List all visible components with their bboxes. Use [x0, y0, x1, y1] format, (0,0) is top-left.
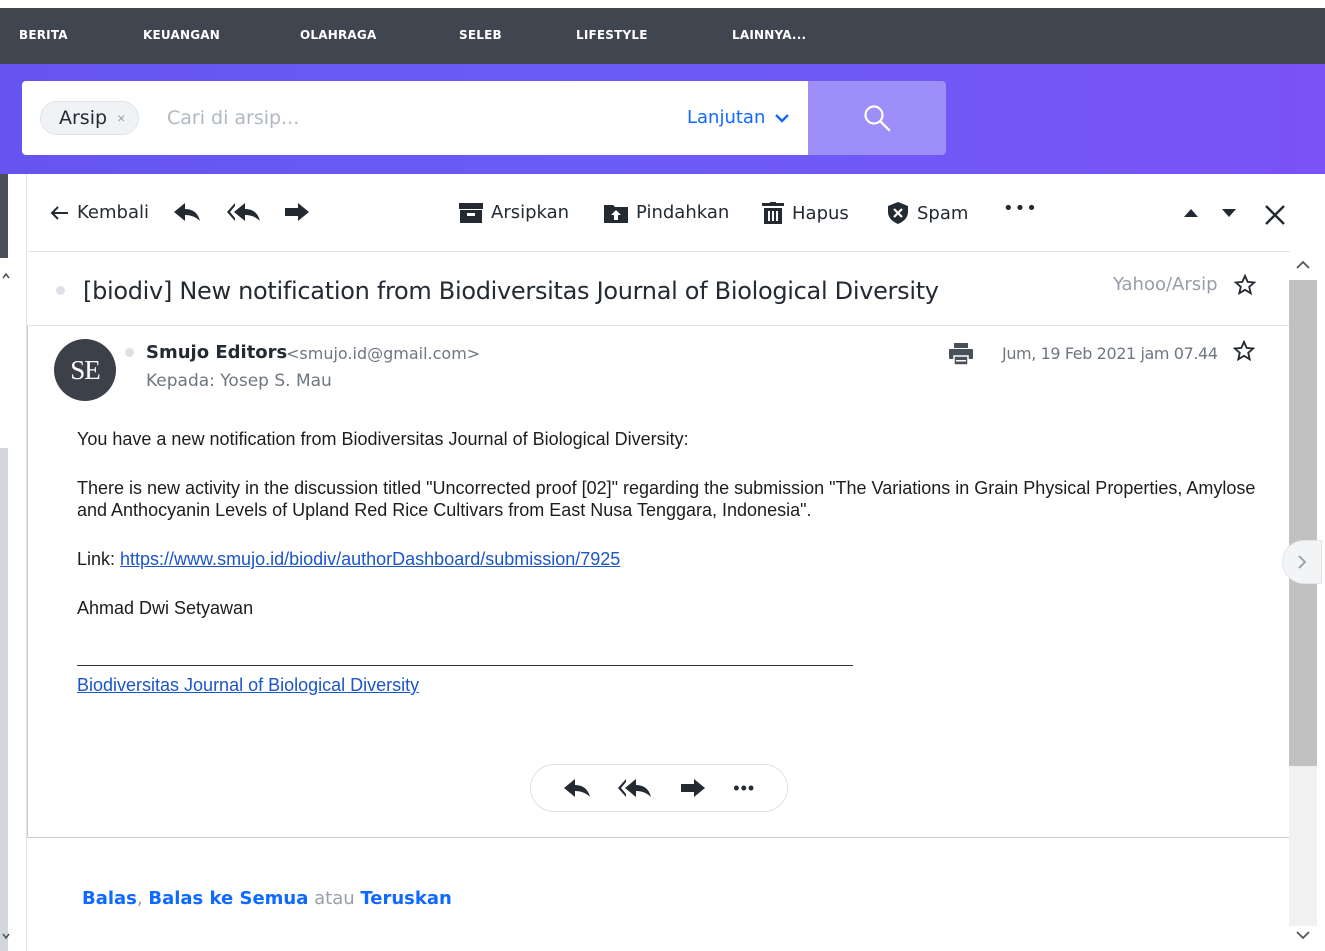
left-scroll-down-icon[interactable] [2, 932, 10, 940]
forward-icon[interactable] [680, 778, 706, 798]
advanced-search-label: Lanjutan [687, 107, 766, 128]
body-paragraph-1: You have a new notification from Biodive… [77, 429, 689, 449]
message-panel: Kembali Arsipkan Pindahkan Hapus Spam ••… [26, 174, 1290, 951]
scroll-up-icon[interactable] [1296, 260, 1310, 270]
folder-link[interactable]: Yahoo/Arsip [1113, 274, 1218, 295]
folder-chip[interactable]: Arsip × [40, 101, 140, 135]
archive-icon [459, 202, 483, 223]
left-scroll-up-icon[interactable] [2, 272, 10, 280]
read-status-dot[interactable] [56, 286, 65, 295]
avatar: SE [54, 339, 116, 401]
folder-chip-label: Arsip [59, 107, 108, 129]
shield-icon [888, 202, 908, 224]
spam-button[interactable]: Spam [887, 202, 968, 224]
chevron-right-icon [1298, 555, 1307, 569]
more-actions-button[interactable]: ••• [1003, 198, 1038, 219]
reply-all-icon[interactable] [618, 778, 652, 798]
link-prefix: Link: [77, 549, 121, 569]
delete-label: Hapus [792, 202, 849, 224]
reply-comma: , [136, 888, 143, 909]
scrollbar-lower-track[interactable] [1289, 766, 1317, 926]
delete-button[interactable]: Hapus [762, 202, 849, 224]
reply-all-icon [227, 203, 260, 221]
archive-label: Arsipkan [491, 202, 570, 223]
nav-item-berita[interactable]: BERITA [19, 28, 68, 42]
message-toolbar: Kembali Arsipkan Pindahkan Hapus Spam ••… [27, 174, 1290, 252]
spam-label: Spam [917, 202, 969, 224]
reply-or-text: atau [314, 888, 355, 909]
reply-all-button[interactable] [227, 202, 261, 222]
recipient-line: Kepada: Yosep S. Mau [146, 371, 332, 391]
sender-status-dot [125, 348, 134, 357]
search-input[interactable] [167, 101, 637, 135]
reply-icon[interactable] [563, 778, 591, 798]
move-button[interactable]: Pindahkan [604, 202, 729, 223]
submission-link[interactable]: https://www.smujo.id/biodiv/authorDashbo… [120, 549, 620, 569]
more-actions-button[interactable]: ••• [733, 778, 755, 799]
sender-email: <smujo.id@gmail.com> [286, 344, 481, 363]
move-label: Pindahkan [636, 202, 730, 223]
nav-item-olahraga[interactable]: OLAHRAGA [300, 28, 376, 42]
reply-options: Balas, Balas ke Semua atau Teruskan [82, 888, 452, 909]
arrow-left-icon [50, 205, 68, 220]
nav-item-keuangan[interactable]: KEUANGAN [143, 28, 220, 42]
print-icon[interactable] [949, 343, 973, 365]
reply-icon [174, 203, 200, 221]
search-box: Arsip × Lanjutan [22, 81, 808, 155]
reply-button[interactable] [173, 202, 201, 222]
move-folder-icon [604, 204, 628, 223]
search-button[interactable] [808, 81, 946, 155]
top-nav: BERITA KEUANGAN OLAHRAGA SELEB LIFESTYLE… [0, 0, 1325, 64]
forward-link[interactable]: Teruskan [360, 888, 451, 909]
search-icon [864, 105, 891, 132]
body-link-line: Link: https://www.smujo.id/biodiv/author… [77, 548, 1257, 570]
chevron-down-icon [775, 113, 790, 123]
left-sidebar-edge [0, 174, 8, 951]
back-button[interactable]: Kembali [49, 202, 149, 223]
message-star-icon[interactable] [1233, 340, 1255, 362]
chip-close-icon[interactable]: × [117, 110, 125, 126]
advanced-search-button[interactable]: Lanjutan [687, 107, 790, 128]
message-body: You have a new notification from Biodive… [77, 428, 1257, 696]
journal-link[interactable]: Biodiversitas Journal of Biological Dive… [77, 675, 419, 695]
forward-icon [285, 203, 309, 221]
back-label: Kembali [77, 202, 149, 223]
subject-row: [biodiv] New notification from Biodivers… [27, 252, 1290, 326]
header-band: Arsip × Lanjutan [0, 64, 1325, 174]
close-icon[interactable] [1264, 204, 1286, 226]
archive-button[interactable]: Arsipkan [459, 202, 569, 223]
sender-name[interactable]: Smujo Editors [146, 342, 287, 363]
message-date: Jum, 19 Feb 2021 jam 07.44 [1002, 344, 1218, 363]
nav-item-seleb[interactable]: SELEB [459, 28, 502, 42]
scrollbar-thumb[interactable] [1289, 280, 1317, 766]
body-paragraph-2: There is new activity in the discussion … [77, 478, 1256, 520]
reply-all-link[interactable]: Balas ke Semua [148, 888, 308, 909]
message-subject: [biodiv] New notification from Biodivers… [83, 277, 939, 305]
nav-item-lifestyle[interactable]: LIFESTYLE [576, 28, 648, 42]
message-card: SE Smujo Editors <smujo.id@gmail.com> Ke… [27, 326, 1290, 838]
next-message-icon[interactable] [1221, 208, 1237, 218]
trash-icon [762, 202, 784, 224]
scroll-down-icon[interactable] [1296, 930, 1310, 940]
next-message-tab[interactable] [1282, 540, 1322, 584]
signature-name: Ahmad Dwi Setyawan [77, 598, 254, 618]
quick-actions-pill: ••• [530, 764, 788, 812]
star-icon[interactable] [1234, 274, 1256, 296]
signature-divider [77, 665, 853, 666]
forward-button[interactable] [284, 202, 310, 222]
previous-message-icon[interactable] [1183, 208, 1199, 218]
nav-item-lainnya[interactable]: LAINNYA... [732, 28, 806, 42]
reply-link[interactable]: Balas [82, 888, 137, 909]
